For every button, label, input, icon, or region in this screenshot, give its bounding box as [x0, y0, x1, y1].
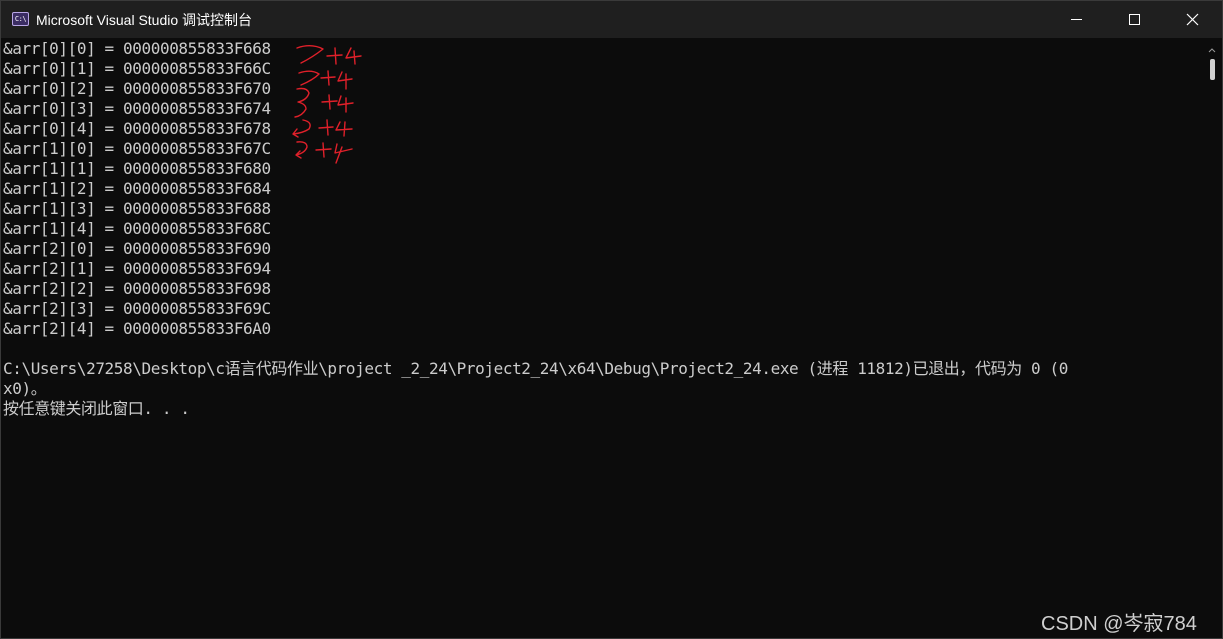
annotation-arrow-3	[294, 87, 310, 118]
annotation-plus4-4	[318, 119, 353, 137]
scroll-up-icon[interactable]	[1202, 43, 1222, 57]
csdn-watermark: CSDN @岑寂784	[1041, 613, 1197, 635]
scrollbar-thumb[interactable]	[1210, 59, 1215, 80]
annotation-plus4-5	[315, 142, 353, 164]
handwritten-annotation	[292, 45, 362, 164]
annotation-arrow-1	[296, 45, 324, 64]
annotation-arrow-2	[298, 70, 320, 86]
console-window: C:\ Microsoft Visual Studio 调试控制台 &arr[0…	[0, 0, 1223, 639]
annotation-arrow-5	[295, 141, 308, 159]
annotation-plus4-3	[321, 94, 354, 113]
annotation-plus4-1	[326, 47, 362, 65]
annotation-plus4-2	[320, 70, 353, 90]
vertical-scrollbar[interactable]	[1202, 39, 1222, 638]
annotation-arrow-4	[292, 119, 311, 138]
